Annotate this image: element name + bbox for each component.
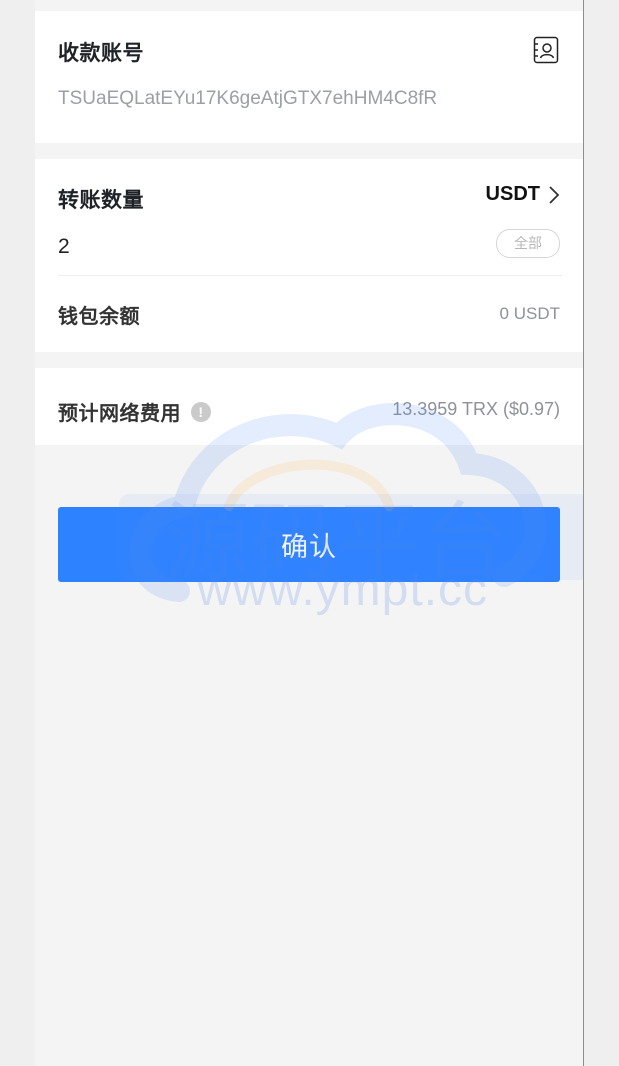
transfer-amount-card: 转账数量 USDT 全部 钱包余额 0 USDT xyxy=(35,159,583,352)
network-fee-value: 13.3959 TRX ($0.97) xyxy=(392,399,560,419)
info-icon[interactable]: ! xyxy=(191,401,211,422)
wallet-balance-value: 0 USDT xyxy=(499,304,560,323)
token-selector[interactable]: USDT xyxy=(486,183,560,206)
token-name: USDT xyxy=(485,183,540,205)
chevron-right-icon xyxy=(549,185,560,204)
amount-divider xyxy=(58,275,562,276)
wallet-balance-label: 钱包余额 xyxy=(58,306,140,328)
receive-account-card: 收款账号 TSUaEQLatEYu17K6geAtjGTX7ehHM4C8fR xyxy=(35,11,583,143)
receive-account-address[interactable]: TSUaEQLatEYu17K6geAtjGTX7ehHM4C8fR xyxy=(58,88,437,110)
wallet-transfer-screen: 收款账号 TSUaEQLatEYu17K6geAtjGTX7ehHM4C8fR … xyxy=(35,0,584,1066)
confirm-button[interactable]: 确认 xyxy=(58,507,560,582)
all-amount-button[interactable]: 全部 xyxy=(496,229,560,258)
contact-book-icon[interactable] xyxy=(533,36,559,64)
network-fee-card: 预计网络费用 ! 13.3959 TRX ($0.97) xyxy=(35,368,583,445)
network-fee-text: 预计网络费用 xyxy=(58,403,181,425)
receive-account-label: 收款账号 xyxy=(58,42,144,65)
transfer-amount-label: 转账数量 xyxy=(58,189,144,212)
amount-input[interactable] xyxy=(58,231,398,263)
network-fee-label: 预计网络费用 ! xyxy=(58,397,211,426)
